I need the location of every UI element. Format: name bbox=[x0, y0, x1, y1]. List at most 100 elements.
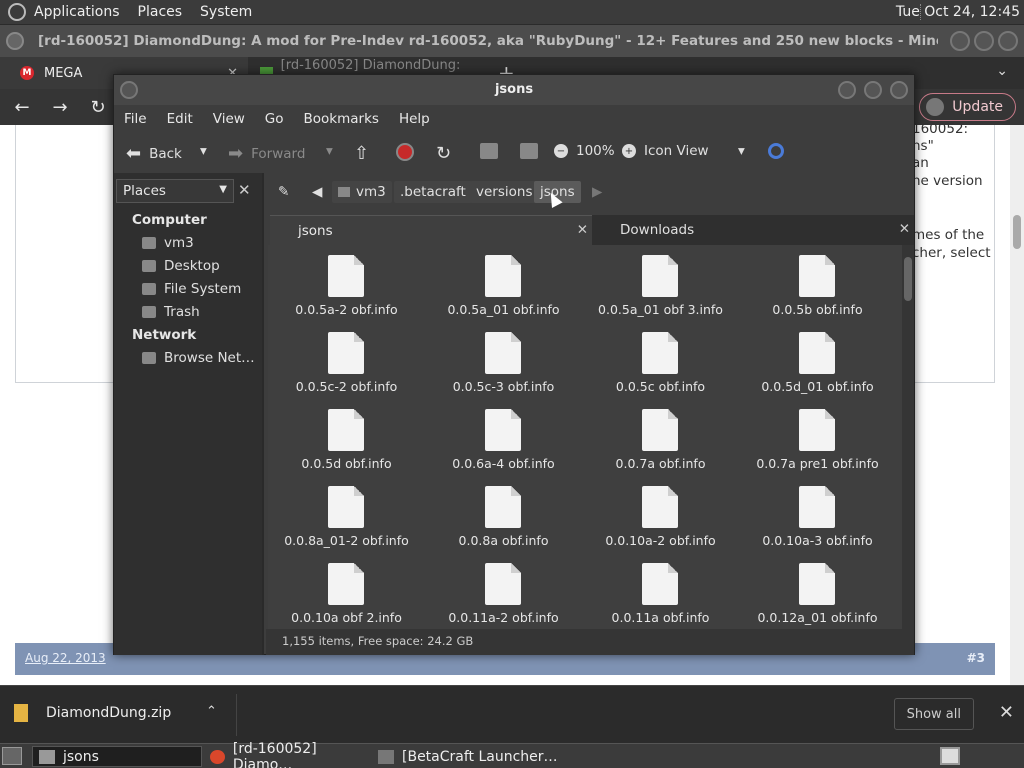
menu-applications[interactable]: Applications bbox=[34, 4, 120, 20]
chevron-right-icon[interactable]: ▶ bbox=[586, 181, 608, 203]
file-item[interactable]: 0.0.8a_01-2 obf.info bbox=[268, 476, 425, 553]
minimize-button[interactable] bbox=[838, 81, 856, 99]
file-item[interactable]: 0.0.7a obf.info bbox=[582, 399, 739, 476]
file-item[interactable]: 0.0.7a pre1 obf.info bbox=[739, 399, 896, 476]
close-tab-icon[interactable]: ✕ bbox=[577, 222, 588, 238]
stop-icon[interactable] bbox=[396, 143, 422, 161]
breadcrumb-betacraft[interactable]: .betacraft bbox=[394, 181, 472, 203]
chevron-left-icon[interactable]: ◀ bbox=[306, 181, 328, 203]
file-item[interactable]: 0.0.5c-2 obf.info bbox=[268, 322, 425, 399]
home-icon[interactable] bbox=[480, 143, 506, 159]
minimize-button[interactable] bbox=[950, 31, 970, 51]
up-arrow-icon[interactable]: ⇧ bbox=[354, 143, 377, 164]
task-betacraft[interactable]: [BetaCraft Launcher… bbox=[372, 746, 572, 767]
sidebar-item-desktop[interactable]: Desktop bbox=[142, 258, 220, 274]
task-jsons[interactable]: jsons bbox=[32, 746, 202, 767]
chevron-down-icon[interactable]: ⌄ bbox=[996, 63, 1008, 79]
file-item[interactable]: 0.0.10a obf 2.info bbox=[268, 553, 425, 629]
close-button[interactable] bbox=[890, 81, 908, 99]
update-button[interactable]: Update bbox=[919, 93, 1016, 121]
task-label: [rd-160052] Diamo… bbox=[232, 740, 317, 768]
reload-icon[interactable]: ↻ bbox=[436, 143, 459, 164]
sidebar-item-label: Trash bbox=[164, 304, 200, 320]
post-date-link[interactable]: Aug 22, 2013 bbox=[25, 651, 106, 665]
sidebar-item-vm3[interactable]: vm3 bbox=[142, 235, 194, 251]
reload-icon[interactable]: ↻ bbox=[82, 97, 114, 118]
chevron-down-icon[interactable]: ▾ bbox=[738, 143, 745, 159]
forward-button[interactable]: ➡ Forward bbox=[228, 143, 305, 164]
sidebar-item-trash[interactable]: Trash bbox=[142, 304, 200, 320]
sidebar-item-label: File System bbox=[164, 281, 242, 297]
places-selector[interactable]: Places ▼ bbox=[116, 179, 234, 203]
tab-downloads[interactable]: Downloads ✕ bbox=[592, 215, 914, 245]
breadcrumb-versions[interactable]: versions bbox=[470, 181, 539, 203]
scrollbar-thumb[interactable] bbox=[904, 257, 912, 301]
file-name: 0.0.5a_01 obf.info bbox=[447, 302, 560, 317]
document-icon bbox=[799, 255, 835, 297]
workspace-switcher[interactable] bbox=[940, 747, 960, 765]
close-button[interactable] bbox=[998, 31, 1018, 51]
file-manager-window: jsons File Edit View Go Bookmarks Help ⬅… bbox=[113, 74, 915, 655]
panel-clock[interactable]: Tue Oct 24, 12:45 bbox=[896, 4, 1020, 20]
file-name: 0.0.8a obf.info bbox=[458, 533, 549, 548]
document-icon bbox=[642, 409, 678, 451]
file-item[interactable]: 0.0.10a-3 obf.info bbox=[739, 476, 896, 553]
menu-file[interactable]: File bbox=[124, 111, 147, 127]
file-item[interactable]: 0.0.5c-3 obf.info bbox=[425, 322, 582, 399]
close-sidebar-icon[interactable]: ✕ bbox=[238, 181, 251, 199]
close-icon[interactable]: ✕ bbox=[999, 702, 1014, 723]
maximize-button[interactable] bbox=[864, 81, 882, 99]
file-item[interactable]: 0.0.5a_01 obf.info bbox=[425, 245, 582, 322]
download-item[interactable]: DiamondDung.zip bbox=[14, 704, 171, 722]
back-history-dropdown[interactable]: ▾ bbox=[200, 143, 207, 159]
edit-location-icon[interactable]: ✎ bbox=[272, 181, 295, 203]
menu-edit[interactable]: Edit bbox=[167, 111, 193, 127]
task-browser[interactable]: [rd-160052] Diamo… bbox=[204, 741, 370, 768]
chevron-up-icon[interactable]: ⌃ bbox=[206, 704, 217, 719]
file-item[interactable]: 0.0.5b obf.info bbox=[739, 245, 896, 322]
file-item[interactable]: 0.0.11a obf.info bbox=[582, 553, 739, 629]
forward-history-dropdown[interactable]: ▾ bbox=[326, 143, 333, 159]
gnome-foot-icon[interactable] bbox=[8, 3, 26, 21]
file-item[interactable]: 0.0.11a-2 obf.info bbox=[425, 553, 582, 629]
zoom-out-button[interactable]: − 100% bbox=[554, 143, 615, 159]
close-tab-icon[interactable]: ✕ bbox=[899, 221, 910, 237]
show-all-button[interactable]: Show all bbox=[893, 698, 974, 730]
file-item[interactable]: 0.0.10a-2 obf.info bbox=[582, 476, 739, 553]
file-view-scrollbar[interactable] bbox=[902, 245, 914, 629]
document-icon bbox=[642, 255, 678, 297]
sidebar-item-file-system[interactable]: File System bbox=[142, 281, 241, 297]
menu-system[interactable]: System bbox=[200, 4, 252, 20]
back-button[interactable]: ⬅ Back bbox=[126, 143, 182, 164]
view-mode-select[interactable]: + Icon View bbox=[622, 143, 709, 159]
fm-menubar: File Edit View Go Bookmarks Help bbox=[114, 105, 914, 133]
window-menu-icon[interactable] bbox=[6, 32, 24, 50]
file-item[interactable]: 0.0.5a_01 obf 3.info bbox=[582, 245, 739, 322]
menu-go[interactable]: Go bbox=[265, 111, 284, 127]
menu-view[interactable]: View bbox=[213, 111, 245, 127]
file-item[interactable]: 0.0.5d_01 obf.info bbox=[739, 322, 896, 399]
file-name: 0.0.8a_01-2 obf.info bbox=[284, 533, 409, 548]
file-item[interactable]: 0.0.8a obf.info bbox=[425, 476, 582, 553]
sidebar-item-browse-network[interactable]: Browse Net… bbox=[142, 350, 255, 366]
page-scrollbar[interactable] bbox=[1010, 125, 1024, 685]
tab-jsons[interactable]: jsons ✕ bbox=[270, 215, 592, 245]
computer-icon[interactable] bbox=[520, 143, 546, 159]
search-icon[interactable] bbox=[768, 143, 792, 159]
menu-places[interactable]: Places bbox=[138, 4, 183, 20]
show-desktop-icon[interactable] bbox=[2, 747, 22, 765]
file-item[interactable]: 0.0.5a-2 obf.info bbox=[268, 245, 425, 322]
breadcrumb-vm3[interactable]: vm3 bbox=[332, 181, 392, 203]
file-item[interactable]: 0.0.12a_01 obf.info bbox=[739, 553, 896, 629]
file-item[interactable]: 0.0.5d obf.info bbox=[268, 399, 425, 476]
back-arrow-icon[interactable]: ← bbox=[6, 97, 38, 118]
file-item[interactable]: 0.0.6a-4 obf.info bbox=[425, 399, 582, 476]
maximize-button[interactable] bbox=[974, 31, 994, 51]
menu-bookmarks[interactable]: Bookmarks bbox=[304, 111, 379, 127]
page-text: ns" bbox=[912, 138, 934, 154]
menu-help[interactable]: Help bbox=[399, 111, 430, 127]
post-number-link[interactable]: #3 bbox=[967, 651, 985, 665]
file-item[interactable]: 0.0.5c obf.info bbox=[582, 322, 739, 399]
scrollbar-thumb[interactable] bbox=[1013, 215, 1021, 249]
forward-arrow-icon[interactable]: → bbox=[44, 97, 76, 118]
